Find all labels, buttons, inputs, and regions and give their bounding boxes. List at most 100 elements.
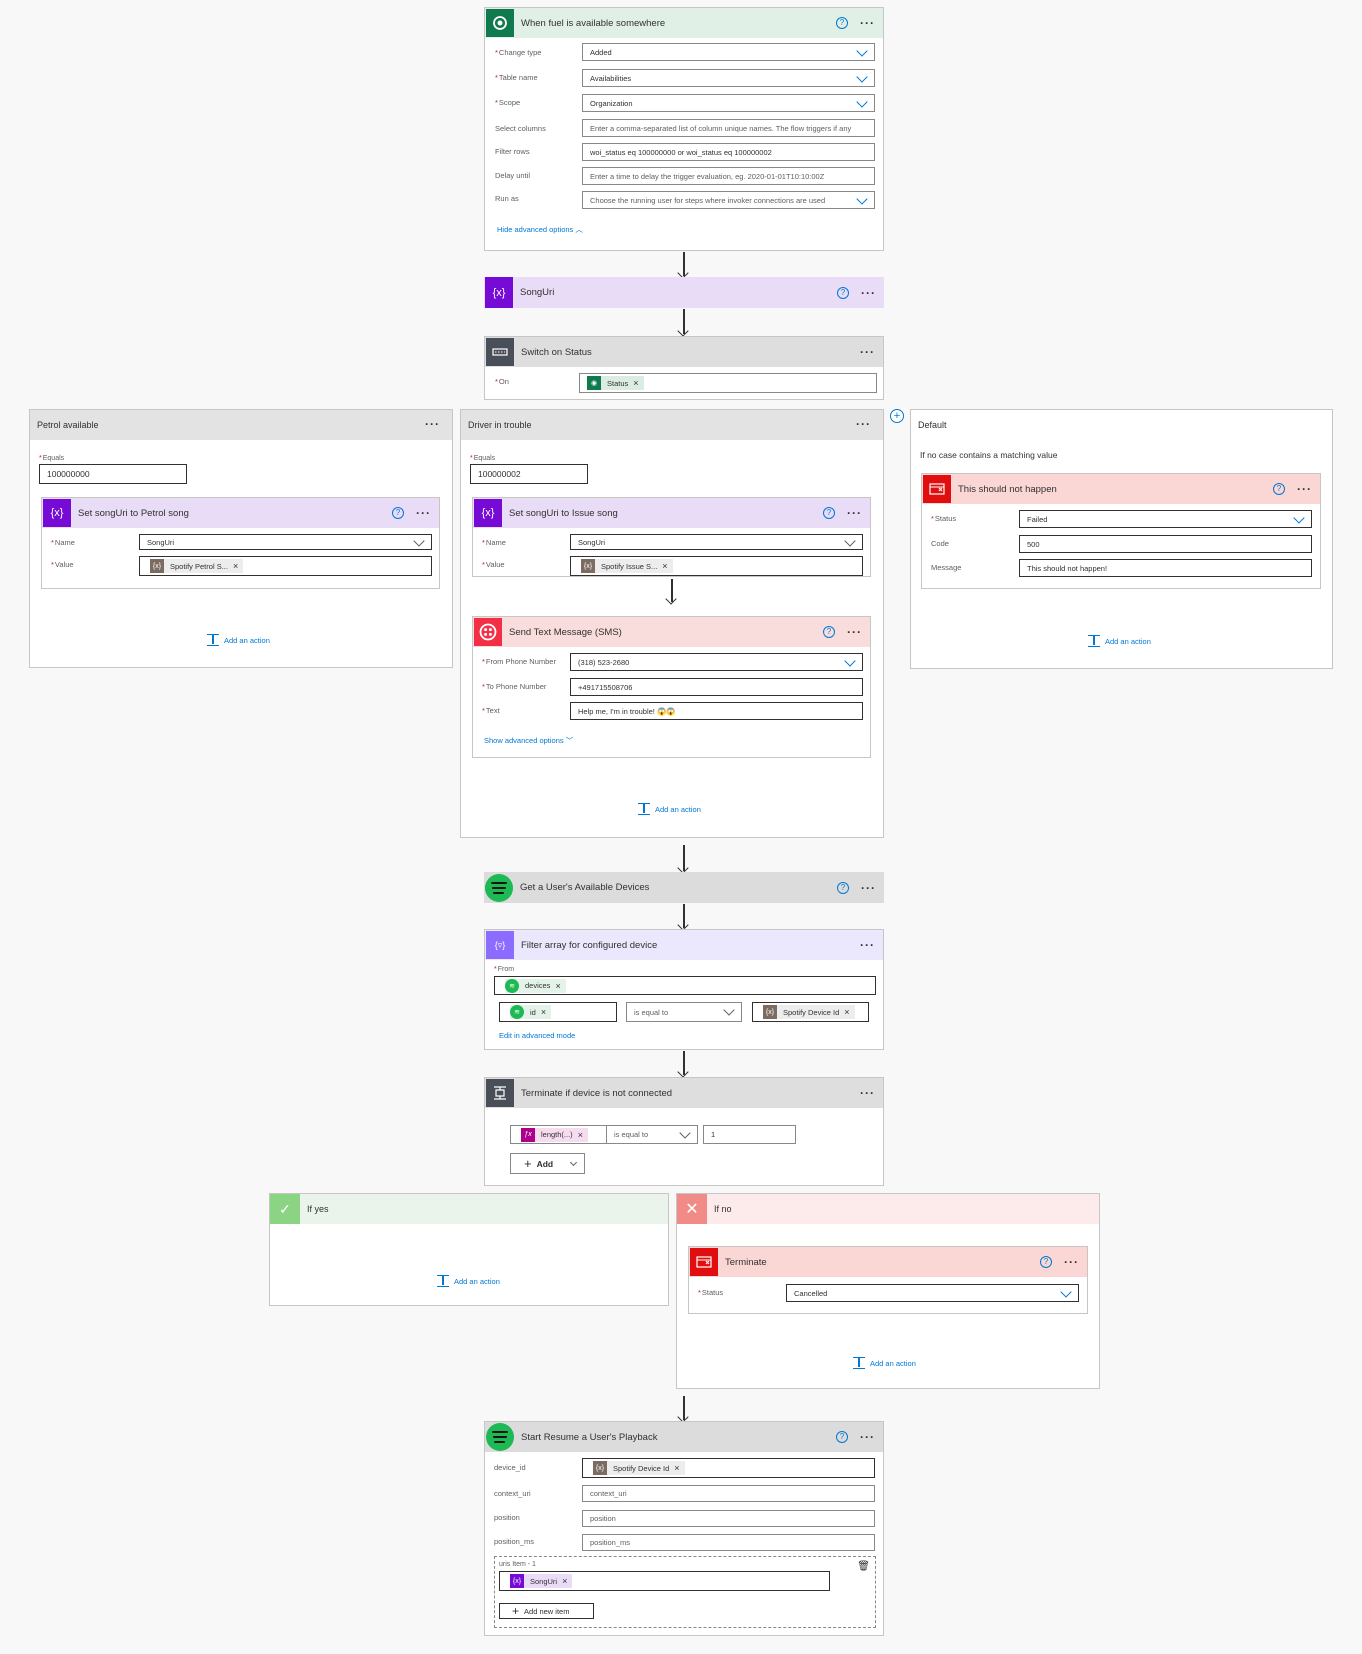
help-icon[interactable]: ? xyxy=(836,1431,848,1443)
remove-token-icon[interactable]: × xyxy=(541,1007,546,1017)
name-dropdown[interactable]: SongUri xyxy=(570,534,863,550)
help-icon[interactable]: ? xyxy=(1040,1256,1052,1268)
id-token[interactable]: ≋ id × xyxy=(510,1005,552,1019)
get-devices-card[interactable]: Get a User's Available Devices ? ··· xyxy=(484,872,884,903)
from-phone-dropdown[interactable]: (318) 523-2680 xyxy=(570,653,863,671)
message-input[interactable]: This should not happen! xyxy=(1019,559,1312,577)
remove-token-icon[interactable]: × xyxy=(662,561,667,571)
name-dropdown[interactable]: SongUri xyxy=(139,534,432,550)
more-options-icon[interactable]: ··· xyxy=(860,346,875,358)
position-input[interactable]: position xyxy=(582,1510,875,1527)
remove-token-icon[interactable]: × xyxy=(633,378,638,388)
remove-token-icon[interactable]: × xyxy=(555,981,560,991)
spotify-device-id-token[interactable]: {x} Spotify Device Id × xyxy=(593,1461,685,1475)
equals-input[interactable]: 100000000 xyxy=(39,464,187,484)
songuri-header[interactable]: {x} SongUri ? ··· xyxy=(484,277,884,308)
case-driver-header[interactable]: Driver in trouble ··· xyxy=(461,410,883,440)
help-icon[interactable]: ? xyxy=(837,881,849,894)
value-input[interactable]: {x} Spotify Issue S... × xyxy=(570,556,863,576)
spotify-issue-token[interactable]: {x} Spotify Issue S... × xyxy=(581,559,673,573)
equals-input[interactable]: 100000002 xyxy=(470,464,588,484)
remove-token-icon[interactable]: × xyxy=(844,1007,849,1017)
more-options-icon[interactable]: ··· xyxy=(860,939,875,951)
songuri-token[interactable]: {x} SongUri × xyxy=(510,1574,573,1588)
select-columns-input[interactable]: Enter a comma-separated list of column u… xyxy=(582,119,875,137)
scope-dropdown[interactable]: Organization xyxy=(582,94,875,112)
terminate-failed-action[interactable]: This should not happen ? ··· Status Fail… xyxy=(921,473,1321,589)
case-petrol-card[interactable]: Petrol available ··· Equals 100000000 {x… xyxy=(29,409,453,668)
more-options-icon[interactable]: ··· xyxy=(425,418,440,430)
length-expression-token[interactable]: ƒx length(...) × xyxy=(521,1127,588,1142)
terminate-cancelled-header[interactable]: Terminate ? ··· xyxy=(689,1247,1087,1277)
set-petrol-action[interactable]: {x} Set songUri to Petrol song ? ··· Nam… xyxy=(41,497,440,589)
more-options-icon[interactable]: ··· xyxy=(1297,483,1312,495)
edit-advanced-mode-link[interactable]: Edit in advanced mode xyxy=(499,1031,575,1040)
more-options-icon[interactable]: ··· xyxy=(860,1431,875,1443)
add-action-button[interactable]: Add an action xyxy=(853,1357,916,1369)
remove-token-icon[interactable]: × xyxy=(562,1576,567,1586)
trigger-header[interactable]: When fuel is available somewhere ? ··· xyxy=(485,8,883,38)
set-petrol-header[interactable]: {x} Set songUri to Petrol song ? ··· xyxy=(42,498,439,528)
switch-card[interactable]: Switch on Status ··· On ◉ Status × xyxy=(484,336,884,400)
table-name-dropdown[interactable]: Availabilities xyxy=(582,69,875,87)
from-input[interactable]: ≋ devices × xyxy=(494,976,876,995)
change-type-dropdown[interactable]: Added xyxy=(582,43,875,61)
if-yes-header[interactable]: ✓ If yes xyxy=(270,1194,668,1224)
code-input[interactable]: 500 xyxy=(1019,535,1312,553)
show-advanced-options-link[interactable]: Show advanced options ﹀ xyxy=(484,735,573,746)
help-icon[interactable]: ? xyxy=(823,507,835,519)
condition-left-operand[interactable]: ƒx length(...) × xyxy=(510,1125,607,1144)
help-icon[interactable]: ? xyxy=(392,507,404,519)
if-yes-branch[interactable]: ✓ If yes Add an action xyxy=(269,1193,669,1306)
songuri-card[interactable]: {x} SongUri ? ··· xyxy=(484,277,884,308)
terminate-cancelled-action[interactable]: Terminate ? ··· Status Cancelled xyxy=(688,1246,1088,1314)
add-action-button[interactable]: Add an action xyxy=(207,634,270,646)
remove-token-icon[interactable]: × xyxy=(233,561,238,571)
trigger-card[interactable]: When fuel is available somewhere ? ··· C… xyxy=(484,7,884,251)
status-token[interactable]: ◉ Status × xyxy=(587,376,644,390)
value-input[interactable]: {x} Spotify Petrol S... × xyxy=(139,556,432,576)
filter-left-operand[interactable]: ≋ id × xyxy=(499,1002,617,1022)
get-devices-header[interactable]: Get a User's Available Devices ? ··· xyxy=(484,872,884,903)
status-dropdown[interactable]: Failed xyxy=(1019,510,1312,528)
filter-operator-dropdown[interactable]: is equal to xyxy=(626,1002,742,1022)
device-id-input[interactable]: {x} Spotify Device Id × xyxy=(582,1458,875,1478)
condition-add-button[interactable]: + Add xyxy=(510,1153,585,1174)
sms-header[interactable]: Send Text Message (SMS) ? ··· xyxy=(473,617,870,647)
more-options-icon[interactable]: ··· xyxy=(847,507,862,519)
case-default-card[interactable]: Default If no case contains a matching v… xyxy=(910,409,1333,669)
more-options-icon[interactable]: ··· xyxy=(847,626,862,638)
spotify-device-id-token[interactable]: {x} Spotify Device Id × xyxy=(763,1005,855,1019)
more-options-icon[interactable]: ··· xyxy=(860,17,875,29)
filter-array-header[interactable]: {▿} Filter array for configured device ·… xyxy=(485,930,883,960)
playback-card[interactable]: Start Resume a User's Playback ? ··· dev… xyxy=(484,1421,884,1636)
if-no-header[interactable]: ✕ If no xyxy=(677,1194,1099,1224)
more-options-icon[interactable]: ··· xyxy=(861,882,876,894)
delay-until-input[interactable]: Enter a time to delay the trigger evalua… xyxy=(582,167,875,185)
more-options-icon[interactable]: ··· xyxy=(1064,1256,1079,1268)
more-options-icon[interactable]: ··· xyxy=(416,507,431,519)
help-icon[interactable]: ? xyxy=(823,626,835,638)
to-phone-input[interactable]: +491715508706 xyxy=(570,678,863,696)
playback-header[interactable]: Start Resume a User's Playback ? ··· xyxy=(485,1422,883,1452)
condition-right-operand[interactable]: 1 xyxy=(703,1125,796,1144)
condition-operator-dropdown[interactable]: is equal to xyxy=(606,1125,698,1144)
filter-right-operand[interactable]: {x} Spotify Device Id × xyxy=(752,1002,869,1022)
terminate-failed-header[interactable]: This should not happen ? ··· xyxy=(922,474,1320,504)
remove-token-icon[interactable]: × xyxy=(674,1463,679,1473)
case-default-header[interactable]: Default xyxy=(911,410,1332,440)
more-options-icon[interactable]: ··· xyxy=(856,418,871,430)
uris-item-input[interactable]: {x} SongUri × xyxy=(499,1571,830,1591)
filter-rows-input[interactable]: woi_status eq 100000000 or woi_status eq… xyxy=(582,143,875,161)
sms-action[interactable]: Send Text Message (SMS) ? ··· From Phone… xyxy=(472,616,871,758)
case-petrol-header[interactable]: Petrol available ··· xyxy=(30,410,452,440)
set-issue-header[interactable]: {x} Set songUri to Issue song ? ··· xyxy=(473,498,870,528)
run-as-dropdown[interactable]: Choose the running user for steps where … xyxy=(582,191,875,209)
devices-token[interactable]: ≋ devices × xyxy=(505,978,566,993)
set-issue-action[interactable]: {x} Set songUri to Issue song ? ··· Name… xyxy=(472,497,871,577)
text-input[interactable]: Help me, I'm in trouble! 😱😱 xyxy=(570,702,863,720)
context-uri-input[interactable]: context_uri xyxy=(582,1485,875,1502)
add-case-button[interactable]: + xyxy=(890,409,904,423)
hide-advanced-options-link[interactable]: Hide advanced options ︿ xyxy=(497,224,583,235)
help-icon[interactable]: ? xyxy=(837,286,849,299)
